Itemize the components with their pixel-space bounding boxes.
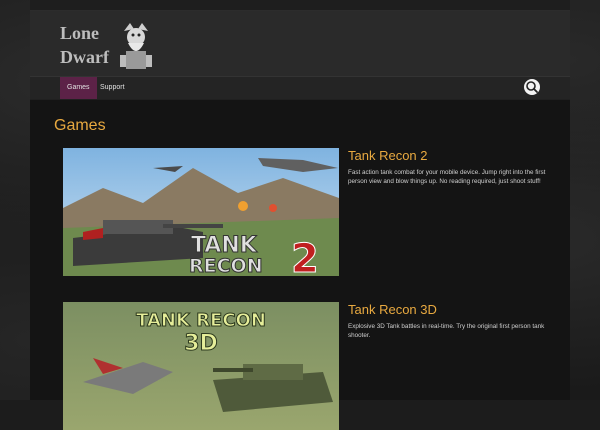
game-thumbnail[interactable]: TANK RECON 3D [63,302,339,430]
site-logo[interactable]: Lone Dwarf [58,15,158,75]
site-container: Lone Dwarf Games Support Games TANK RECO… [30,0,570,430]
dwarf-logo-icon: Lone Dwarf [60,23,152,69]
svg-text:Dwarf: Dwarf [60,47,110,67]
game-title[interactable]: Tank Recon 3D [348,302,437,317]
search-icon [526,81,538,93]
svg-text:2: 2 [291,236,319,276]
game-title[interactable]: Tank Recon 2 [348,148,428,163]
game-description: Explosive 3D Tank battles in real-time. … [348,323,545,339]
game-thumbnail[interactable]: TANK RECON 2 [63,148,339,276]
nav-item-games[interactable]: Games [60,77,97,99]
svg-text:3D: 3D [184,331,218,356]
search-button[interactable] [524,79,540,95]
svg-text:TANK RECON: TANK RECON [136,310,266,331]
site-header: Lone Dwarf [30,11,570,76]
main-nav: Games Support [30,76,570,100]
svg-text:Lone: Lone [60,23,99,43]
game-description: Fast action tank combat for your mobile … [348,169,546,185]
top-bar [30,0,570,11]
svg-text:RECON: RECON [189,255,263,276]
page-title: Games [54,117,106,134]
nav-item-support[interactable]: Support [93,77,132,99]
